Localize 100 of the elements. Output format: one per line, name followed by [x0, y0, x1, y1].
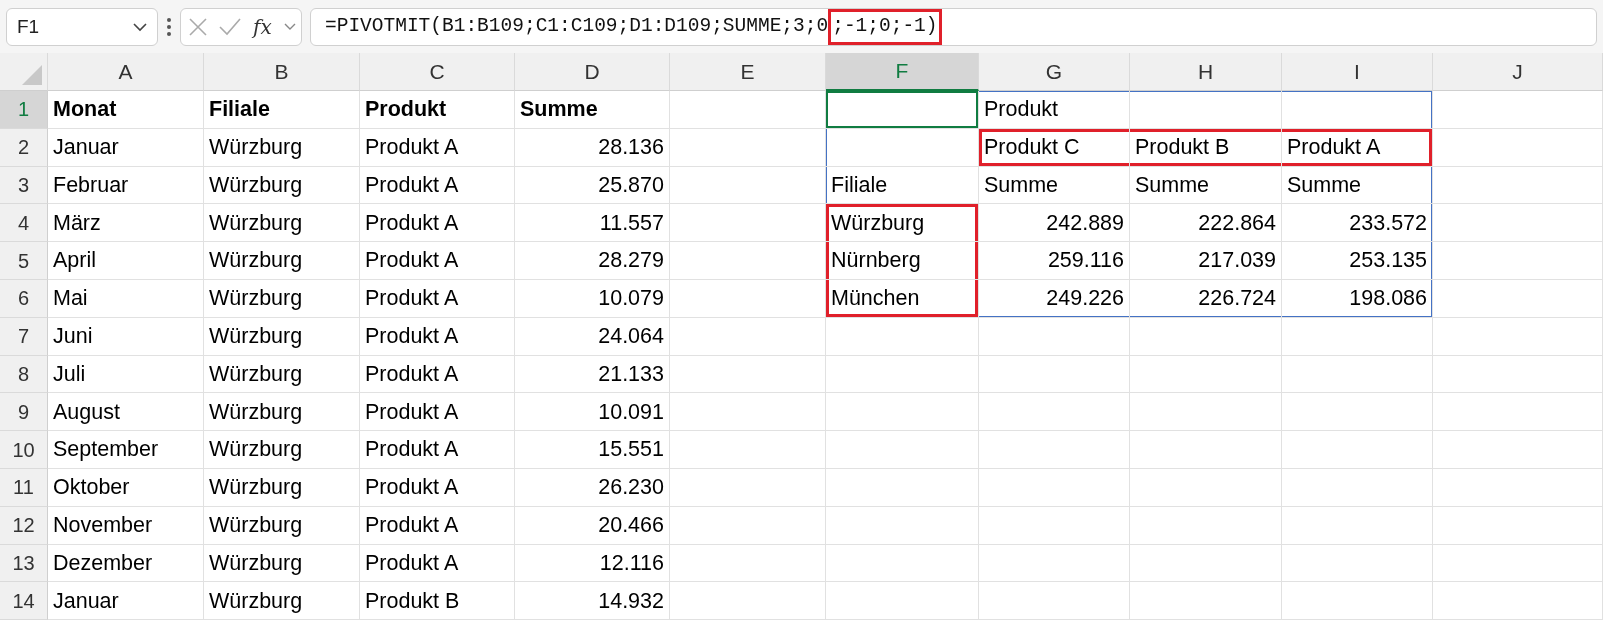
table-cell[interactable]: [1282, 393, 1433, 432]
name-box[interactable]: F1: [6, 8, 158, 46]
table-cell[interactable]: Juli: [48, 355, 204, 394]
table-cell[interactable]: [826, 128, 979, 167]
table-cell[interactable]: [1433, 204, 1603, 243]
cancel-icon[interactable]: [189, 18, 207, 36]
table-cell[interactable]: [1433, 431, 1603, 469]
table-cell[interactable]: Produkt B: [360, 582, 515, 621]
table-cell[interactable]: 12.116: [515, 544, 670, 583]
table-cell[interactable]: Produkt: [979, 91, 1130, 129]
table-cell[interactable]: [1282, 355, 1433, 394]
table-cell[interactable]: Summe: [515, 91, 670, 129]
table-cell[interactable]: [1130, 393, 1282, 432]
table-cell[interactable]: Würzburg: [204, 128, 360, 167]
table-cell[interactable]: Würzburg: [204, 431, 360, 469]
table-cell[interactable]: [1282, 582, 1433, 621]
table-cell[interactable]: 26.230: [515, 468, 670, 507]
table-cell[interactable]: 259.116: [979, 242, 1130, 280]
table-cell[interactable]: [979, 393, 1130, 432]
table-cell[interactable]: Oktober: [48, 468, 204, 507]
table-cell[interactable]: Produkt A: [360, 431, 515, 469]
row-header[interactable]: 12: [0, 506, 48, 545]
row-header[interactable]: 11: [0, 468, 48, 507]
table-cell[interactable]: [1433, 393, 1603, 432]
table-cell[interactable]: September: [48, 431, 204, 469]
row-header[interactable]: 8: [0, 355, 48, 394]
table-cell[interactable]: [1433, 166, 1603, 205]
table-cell[interactable]: [1282, 506, 1433, 545]
table-cell[interactable]: [979, 468, 1130, 507]
table-cell[interactable]: Würzburg: [204, 544, 360, 583]
table-cell[interactable]: August: [48, 393, 204, 432]
table-cell[interactable]: [1130, 91, 1282, 129]
table-cell[interactable]: Produkt A: [360, 544, 515, 583]
table-cell[interactable]: Produkt A: [360, 280, 515, 318]
table-cell[interactable]: Produkt A: [360, 393, 515, 432]
column-header[interactable]: I: [1282, 53, 1433, 91]
table-cell[interactable]: [1282, 544, 1433, 583]
table-cell[interactable]: [826, 317, 979, 356]
table-cell[interactable]: 242.889: [979, 204, 1130, 243]
table-cell[interactable]: München: [826, 280, 979, 318]
table-cell[interactable]: [1130, 355, 1282, 394]
more-options-icon[interactable]: [166, 17, 172, 37]
table-cell[interactable]: Produkt A: [360, 166, 515, 205]
table-cell[interactable]: [979, 544, 1130, 583]
table-cell[interactable]: Filiale: [204, 91, 360, 129]
table-cell[interactable]: Produkt A: [360, 468, 515, 507]
table-cell[interactable]: [1130, 317, 1282, 356]
table-cell[interactable]: Januar: [48, 582, 204, 621]
table-cell[interactable]: Würzburg: [204, 242, 360, 280]
column-header[interactable]: C: [360, 53, 515, 91]
row-header[interactable]: 2: [0, 128, 48, 167]
column-header[interactable]: E: [670, 53, 826, 91]
table-cell[interactable]: [826, 91, 979, 129]
table-cell[interactable]: [826, 582, 979, 621]
table-cell[interactable]: Nürnberg: [826, 242, 979, 280]
table-cell[interactable]: Produkt A: [1282, 128, 1433, 167]
table-cell[interactable]: Würzburg: [204, 393, 360, 432]
table-cell[interactable]: 25.870: [515, 166, 670, 205]
table-cell[interactable]: [826, 393, 979, 432]
table-cell[interactable]: [826, 355, 979, 394]
table-cell[interactable]: Monat: [48, 91, 204, 129]
table-cell[interactable]: [670, 166, 826, 205]
table-cell[interactable]: [979, 582, 1130, 621]
table-cell[interactable]: [670, 355, 826, 394]
table-cell[interactable]: 11.557: [515, 204, 670, 243]
table-cell[interactable]: 222.864: [1130, 204, 1282, 243]
table-cell[interactable]: April: [48, 242, 204, 280]
table-cell[interactable]: Dezember: [48, 544, 204, 583]
table-cell[interactable]: Produkt A: [360, 355, 515, 394]
table-cell[interactable]: 24.064: [515, 317, 670, 356]
table-cell[interactable]: [1433, 582, 1603, 621]
table-cell[interactable]: [670, 91, 826, 129]
table-cell[interactable]: [670, 280, 826, 318]
table-cell[interactable]: [979, 355, 1130, 394]
table-cell[interactable]: Produkt B: [1130, 128, 1282, 167]
row-header[interactable]: 9: [0, 393, 48, 432]
table-cell[interactable]: Februar: [48, 166, 204, 205]
table-cell[interactable]: [826, 468, 979, 507]
table-cell[interactable]: Würzburg: [204, 506, 360, 545]
table-cell[interactable]: 21.133: [515, 355, 670, 394]
table-cell[interactable]: [670, 431, 826, 469]
column-header[interactable]: B: [204, 53, 360, 91]
table-cell[interactable]: 28.136: [515, 128, 670, 167]
table-cell[interactable]: [1433, 242, 1603, 280]
table-cell[interactable]: 20.466: [515, 506, 670, 545]
table-cell[interactable]: 198.086: [1282, 280, 1433, 318]
table-cell[interactable]: [979, 431, 1130, 469]
table-cell[interactable]: [1282, 317, 1433, 356]
insert-function-button[interactable]: fx: [253, 12, 272, 42]
table-cell[interactable]: 233.572: [1282, 204, 1433, 243]
table-cell[interactable]: [670, 468, 826, 507]
row-header[interactable]: 6: [0, 280, 48, 318]
table-cell[interactable]: Summe: [1282, 166, 1433, 205]
table-cell[interactable]: 15.551: [515, 431, 670, 469]
table-cell[interactable]: Produkt A: [360, 242, 515, 280]
table-cell[interactable]: [670, 242, 826, 280]
column-header[interactable]: H: [1130, 53, 1282, 91]
table-cell[interactable]: [1433, 280, 1603, 318]
table-cell[interactable]: Würzburg: [204, 317, 360, 356]
table-cell[interactable]: [979, 506, 1130, 545]
